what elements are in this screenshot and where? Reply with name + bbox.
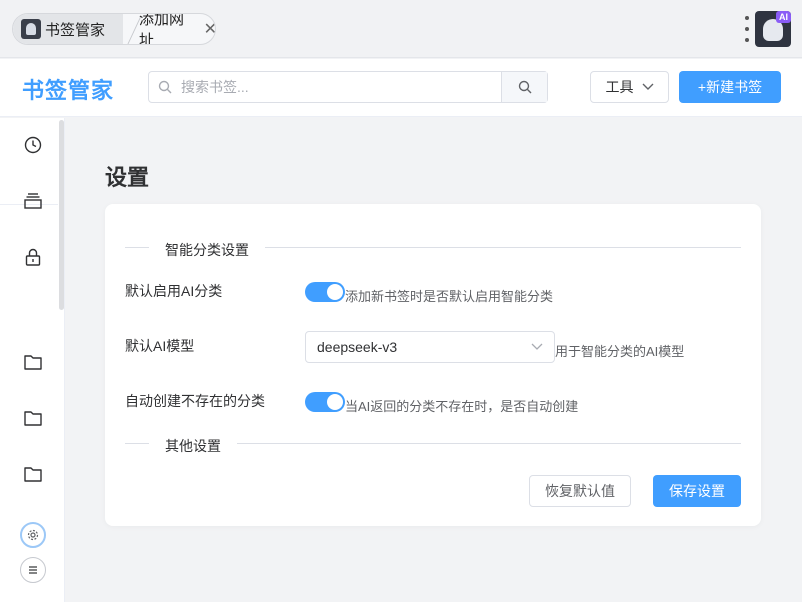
tools-label: 工具 (605, 79, 634, 95)
settings-page: 设置 智能分类设置 默认启用AI分类 添加新书签时是否默认启用智能分类 默认AI… (66, 118, 802, 602)
browser-tab-strip: 书签管家 添加网址 ✕ AI (0, 0, 802, 58)
auto-create-switch[interactable] (305, 392, 345, 412)
tab-add-url[interactable]: 添加网址 ✕ (127, 13, 215, 45)
ai-model-value: deepseek-v3 (317, 339, 398, 355)
chevron-down-icon (642, 83, 653, 90)
section-title-ai: 智能分类设置 (149, 240, 265, 260)
new-bookmark-button[interactable]: +新建书签 (679, 71, 781, 103)
ai-model-label: 默认AI模型 (125, 338, 195, 354)
settings-card: 智能分类设置 默认启用AI分类 添加新书签时是否默认启用智能分类 默认AI模型 … (105, 204, 761, 526)
app-logo: 书签管家 (22, 78, 115, 103)
kebab-menu-icon[interactable] (742, 16, 752, 42)
gear-icon[interactable] (20, 522, 46, 548)
folder-icon[interactable] (22, 407, 44, 429)
ai-badge: AI (776, 11, 791, 23)
sidebar (0, 118, 65, 602)
ai-model-hint: 用于智能分类的AI模型 (555, 344, 685, 359)
app-header: 书签管家 工具 +新建书签 (0, 59, 802, 117)
folder-icon[interactable] (22, 463, 44, 485)
ai-extension-avatar[interactable]: AI (755, 11, 791, 47)
enable-ai-label: 默认启用AI分类 (125, 283, 223, 299)
page-title: 设置 (105, 165, 150, 190)
auto-create-label: 自动创建不存在的分类 (125, 393, 265, 409)
close-icon[interactable]: ✕ (204, 19, 215, 39)
folder-icon[interactable] (22, 351, 44, 373)
lock-icon[interactable] (22, 246, 44, 268)
tab-group: 书签管家 添加网址 ✕ (12, 13, 216, 45)
search-box (148, 71, 548, 103)
save-settings-button[interactable]: 保存设置 (653, 475, 741, 507)
stack-icon[interactable] (22, 190, 44, 212)
auto-create-hint: 当AI返回的分类不存在时，是否自动创建 (345, 399, 579, 414)
tab-label: 书签管家 (45, 21, 106, 39)
sidebar-scrollbar[interactable] (59, 120, 64, 310)
section-title-other: 其他设置 (149, 436, 237, 456)
reset-defaults-button[interactable]: 恢复默认值 (529, 475, 631, 507)
search-icon (149, 72, 181, 102)
tools-dropdown-button[interactable]: 工具 (590, 71, 669, 103)
tab-bookmark-manager[interactable]: 书签管家 (13, 14, 123, 44)
clock-icon[interactable] (22, 134, 44, 156)
search-button[interactable] (501, 72, 547, 102)
tab-label: 添加网址 (139, 13, 185, 45)
bookmark-app-favicon (21, 19, 41, 39)
search-input[interactable] (181, 72, 501, 102)
chevron-down-icon (531, 343, 543, 350)
enable-ai-switch[interactable] (305, 282, 345, 302)
enable-ai-hint: 添加新书签时是否默认启用智能分类 (345, 289, 554, 304)
list-icon[interactable] (20, 557, 46, 583)
ai-model-select[interactable]: deepseek-v3 (305, 331, 555, 363)
